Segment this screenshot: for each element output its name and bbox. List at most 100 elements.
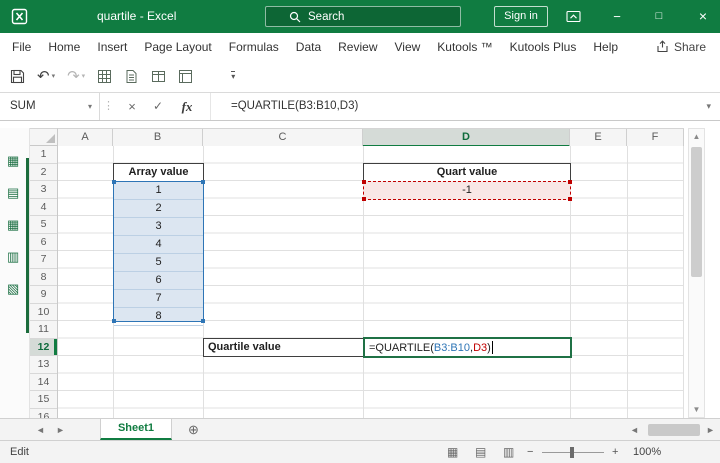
range-handle[interactable]	[362, 180, 366, 184]
formula-bar-expand-icon[interactable]: ▾	[706, 93, 711, 120]
cell-b5[interactable]: 3	[114, 218, 203, 236]
page-break-view-button[interactable]: ▥	[503, 441, 514, 463]
horizontal-scrollbar-thumb[interactable]	[648, 424, 700, 436]
row-header-14[interactable]: 14	[30, 374, 57, 391]
tab-file[interactable]: File	[12, 40, 31, 54]
kutools-pane-icon-5[interactable]: ▧	[7, 282, 19, 295]
sheet-tab-sheet1[interactable]: Sheet1	[100, 419, 172, 440]
tab-page-layout[interactable]: Page Layout	[144, 40, 211, 54]
vertical-scrollbar[interactable]: ▲ ▼	[688, 128, 705, 418]
tab-data[interactable]: Data	[296, 40, 321, 54]
scroll-up-icon[interactable]: ▲	[689, 132, 704, 141]
column-header-e[interactable]: E	[570, 129, 627, 147]
redo-dropdown-icon[interactable]: ▾	[82, 72, 86, 80]
cell-b3[interactable]: 1	[114, 182, 203, 200]
kutools-pane-icon-4[interactable]: ▥	[7, 250, 19, 263]
add-sheet-button[interactable]: ⊕	[188, 419, 199, 441]
cell-b2-array-header[interactable]: Array value	[113, 163, 204, 182]
qat-table-tool-button[interactable]	[151, 69, 166, 84]
zoom-slider-thumb[interactable]	[570, 447, 574, 458]
tab-kutools-plus[interactable]: Kutools Plus	[510, 40, 577, 54]
qat-grid-tool-button[interactable]	[97, 69, 112, 84]
row-header-6[interactable]: 6	[30, 234, 57, 251]
previous-sheet-icon[interactable]: ◄	[36, 419, 45, 441]
row-header-4[interactable]: 4	[30, 199, 57, 216]
range-handle[interactable]	[112, 319, 116, 323]
column-header-f[interactable]: F	[627, 129, 684, 147]
row-header-8[interactable]: 8	[30, 269, 57, 286]
kutools-pane-accent-bar[interactable]	[26, 158, 29, 333]
column-header-c[interactable]: C	[203, 129, 363, 147]
cell-c12-result-label[interactable]: Quartile value	[203, 338, 364, 357]
kutools-pane-icon-1[interactable]: ▦	[7, 154, 19, 167]
select-all-corner[interactable]	[30, 128, 58, 146]
tab-kutools[interactable]: Kutools ™	[437, 40, 492, 54]
row-header-1[interactable]: 1	[30, 146, 57, 164]
column-header-d[interactable]: D	[363, 129, 570, 147]
customize-qat-button[interactable]: ▾	[231, 71, 236, 81]
insert-function-button[interactable]: fx	[173, 93, 201, 120]
referenced-cell-d3[interactable]: -1	[362, 180, 572, 201]
range-handle[interactable]	[362, 197, 366, 201]
ribbon-display-options-button[interactable]	[556, 0, 590, 33]
kutools-pane-icon-2[interactable]: ▤	[7, 186, 19, 199]
column-header-b[interactable]: B	[113, 129, 203, 147]
enter-button[interactable]: ✓	[146, 93, 170, 120]
cell-b7[interactable]: 5	[114, 254, 203, 272]
row-header-15[interactable]: 15	[30, 391, 57, 409]
tab-formulas[interactable]: Formulas	[229, 40, 279, 54]
row-header-3[interactable]: 3	[30, 181, 57, 199]
close-button[interactable]: ×	[686, 0, 720, 33]
tab-help[interactable]: Help	[593, 40, 618, 54]
cell-b8[interactable]: 6	[114, 272, 203, 290]
scroll-right-icon[interactable]: ►	[706, 419, 715, 441]
cell-b6[interactable]: 4	[114, 236, 203, 254]
name-box-dropdown-icon[interactable]: ▾	[88, 93, 92, 120]
redo-button[interactable]: ↷ ▾	[67, 69, 85, 84]
row-header-2[interactable]: 2	[30, 164, 57, 181]
row-header-11[interactable]: 11	[30, 321, 57, 339]
row-header-13[interactable]: 13	[30, 356, 57, 374]
row-header-9[interactable]: 9	[30, 286, 57, 304]
range-handle[interactable]	[112, 180, 116, 184]
next-sheet-icon[interactable]: ►	[56, 419, 65, 441]
qat-sheet-tool-button[interactable]	[178, 69, 193, 84]
cancel-button[interactable]: ×	[120, 93, 144, 120]
tab-view[interactable]: View	[395, 40, 421, 54]
cell-d12-formula-editor[interactable]: =QUARTILE( B3:B10 , D3 )	[363, 337, 572, 358]
sign-in-button[interactable]: Sign in	[494, 6, 548, 27]
name-box[interactable]: SUM ▾	[0, 93, 100, 120]
zoom-level[interactable]: 100%	[633, 441, 661, 463]
maximize-button[interactable]: □	[642, 0, 676, 33]
tab-review[interactable]: Review	[338, 40, 377, 54]
formula-input[interactable]: =QUARTILE(B3:B10,D3)	[210, 93, 692, 120]
kutools-pane-icon-3[interactable]: ▦	[7, 218, 19, 231]
qat-document-tool-button[interactable]	[124, 69, 139, 84]
zoom-in-button[interactable]: +	[612, 441, 618, 463]
normal-view-button[interactable]: ▦	[447, 441, 458, 463]
tab-home[interactable]: Home	[48, 40, 80, 54]
page-layout-view-button[interactable]: ▤	[475, 441, 486, 463]
range-handle[interactable]	[568, 180, 572, 184]
minimize-button[interactable]: −	[600, 0, 634, 33]
referenced-range-b3-b10[interactable]: 1 2 3 4 5 6 7 8	[112, 180, 205, 326]
range-handle[interactable]	[201, 180, 205, 184]
row-header-7[interactable]: 7	[30, 251, 57, 269]
zoom-out-button[interactable]: −	[527, 441, 533, 463]
range-handle[interactable]	[201, 319, 205, 323]
row-header-5[interactable]: 5	[30, 216, 57, 234]
cell-b10[interactable]: 8	[114, 308, 203, 326]
row-header-16[interactable]: 16	[30, 409, 57, 419]
save-button[interactable]	[10, 69, 25, 84]
tab-insert[interactable]: Insert	[97, 40, 127, 54]
cell-d2-quart-header[interactable]: Quart value	[363, 163, 571, 182]
row-header-10[interactable]: 10	[30, 304, 57, 321]
scroll-left-icon[interactable]: ◄	[630, 419, 639, 441]
share-button[interactable]: Share	[656, 33, 706, 60]
cell-b4[interactable]: 2	[114, 200, 203, 218]
vertical-scrollbar-thumb[interactable]	[691, 147, 702, 277]
undo-button[interactable]: ↶ ▾	[37, 69, 55, 84]
range-handle[interactable]	[568, 197, 572, 201]
search-box[interactable]: Search	[265, 6, 461, 27]
column-header-a[interactable]: A	[58, 129, 113, 147]
